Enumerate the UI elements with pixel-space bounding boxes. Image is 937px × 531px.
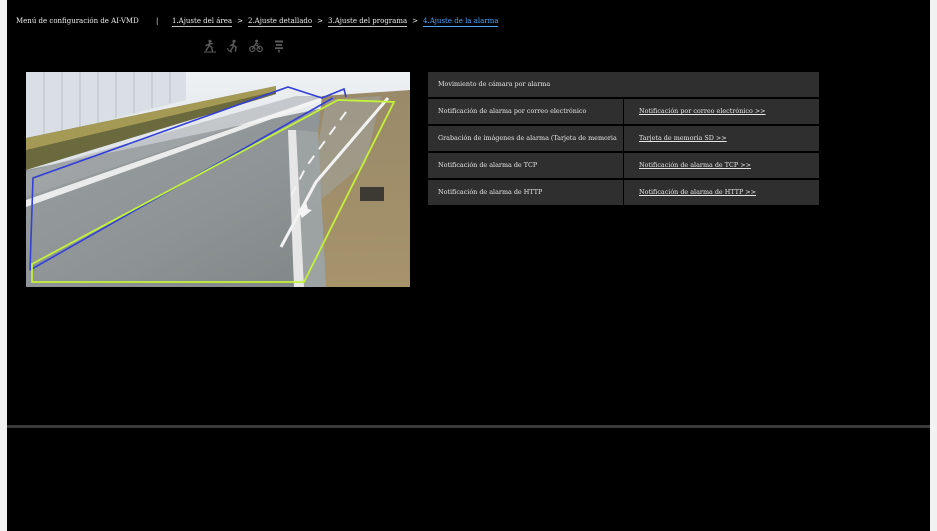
window-frame-right [930,0,937,531]
breadcrumb-step-program[interactable]: 3.Ajuste del programa [328,17,408,27]
sd-card-recording-label: Grabación de imágenes de alarma (Tarjeta… [428,126,623,167]
top-navigation-bar: Menú de configuración de AI-VMD | 1.Ajus… [7,10,930,32]
breadcrumb: 1.Ajuste del área >2.Ajuste detallado >3.A… [172,10,499,32]
alarm-row-camera-action: Movimiento de cámara por alarma [428,72,819,97]
tcp-alarm-label: Notificación de alarma de TCP [428,153,623,178]
app-title: Menú de configuración de AI-VMD [16,17,139,25]
email-notification-link[interactable]: Notificación por correo electrónico >> [639,107,766,115]
alarm-row-email: Notificación de alarma por correo electr… [428,99,819,124]
breadcrumb-step-area[interactable]: 1.Ajuste del área [172,17,233,27]
breadcrumb-arrow: > [317,17,324,25]
person-turning-icon[interactable] [226,39,240,53]
camera-preview[interactable] [26,72,410,287]
title-separator: | [156,17,159,25]
bicycle-icon[interactable] [249,39,263,53]
alarm-row-tcp: Notificación de alarma de TCP Notificaci… [428,153,819,178]
person-crossing-icon[interactable] [203,39,217,53]
breadcrumb-step-alarm[interactable]: 4.Ajuste de la alarma [423,17,499,27]
breadcrumb-step-detail[interactable]: 2.Ajuste detallado [247,17,313,27]
http-notification-link[interactable]: Notificación de alarma de HTTP >> [639,188,756,196]
camera-action-label: Movimiento de cámara por alarma [428,72,819,97]
tcp-notification-link[interactable]: Notificación de alarma de TCP >> [639,161,751,169]
http-alarm-label: Notificación de alarma de HTTP [428,180,623,205]
email-alarm-label: Notificación de alarma por correo electr… [428,99,623,124]
alarm-settings-table: Movimiento de cámara por alarma Notifica… [428,72,819,207]
breadcrumb-arrow: > [237,17,243,25]
alarm-row-sd-card: Grabación de imágenes de alarma (Tarjeta… [428,126,819,167]
window-frame-left [0,0,7,531]
sd-card-link[interactable]: Tarjeta de memoria SD >> [639,134,727,142]
detection-toolbar [203,39,286,53]
alarm-row-http: Notificación de alarma de HTTP Notificac… [428,180,819,205]
breadcrumb-arrow: > [412,17,419,25]
panel-divider [7,425,930,428]
filter-icon[interactable] [272,39,286,53]
